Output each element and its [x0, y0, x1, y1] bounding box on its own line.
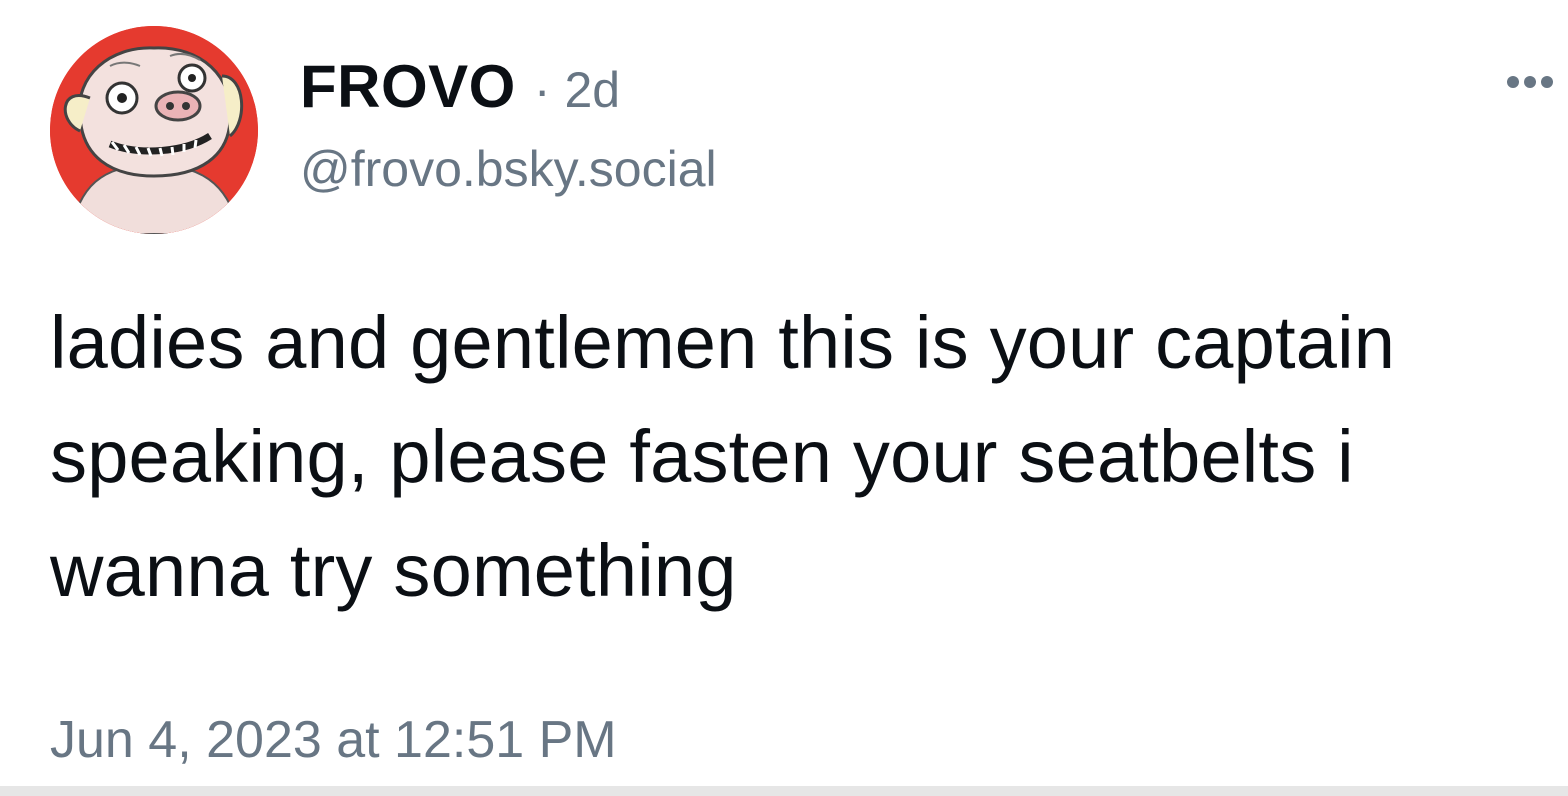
display-name[interactable]: FROVO	[300, 52, 516, 121]
avatar[interactable]	[50, 26, 258, 234]
separator-dot: ·	[533, 62, 551, 118]
bottom-divider	[0, 786, 1568, 796]
more-options-button[interactable]	[1502, 62, 1558, 102]
ellipsis-horizontal-icon	[1507, 76, 1553, 88]
post-card: FROVO · 2d @frovo.bsky.social ladies and…	[0, 0, 1568, 796]
post-age[interactable]: 2d	[565, 61, 621, 119]
author-handle[interactable]: @frovo.bsky.social	[300, 140, 717, 198]
post-timestamp: Jun 4, 2023 at 12:51 PM	[50, 711, 617, 769]
pig-monster-avatar-image	[50, 26, 258, 234]
author-line: FROVO · 2d	[300, 52, 620, 124]
post-text: ladies and gentlemen this is your captai…	[50, 301, 1396, 612]
